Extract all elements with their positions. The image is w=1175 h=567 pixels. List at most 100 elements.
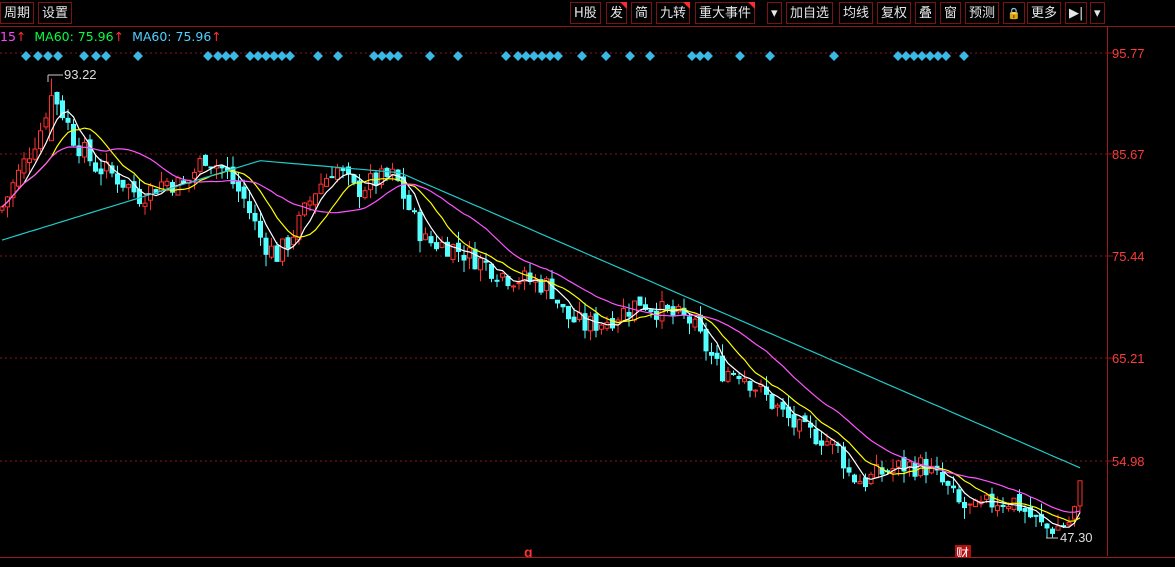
jian-button[interactable]: 简 (631, 2, 653, 24)
period-button[interactable]: 周期 (0, 2, 35, 24)
events-dropdown-button[interactable]: ▾ (767, 2, 782, 24)
lock-icon: 🔒 (1007, 7, 1021, 20)
candle-down (285, 237, 291, 249)
candle-down (263, 237, 269, 255)
candle-up (280, 238, 285, 262)
candle-down (329, 176, 335, 179)
candle-up (126, 184, 131, 189)
candle-down (483, 260, 489, 263)
candle-down (637, 296, 643, 306)
skip-to-end-button[interactable]: ▶| (1065, 2, 1088, 24)
event-marker-q: q (524, 544, 533, 557)
candle-up (164, 180, 170, 187)
candle-down (65, 117, 71, 123)
candle-down (736, 376, 742, 380)
candle-down (665, 304, 670, 310)
candle-down (863, 477, 868, 488)
candle-down (241, 186, 247, 199)
candle-up (857, 480, 863, 485)
candle-down (456, 242, 461, 252)
candle-up (621, 308, 626, 322)
candle-up (324, 177, 329, 187)
candle-down (1022, 508, 1028, 512)
candle-down (203, 154, 208, 166)
candle-down (406, 194, 412, 210)
candle-up (318, 183, 324, 194)
candle-up (291, 236, 296, 246)
candle-up (967, 503, 973, 506)
candle-down (555, 299, 560, 304)
candle-up (368, 173, 373, 191)
candle-down (720, 355, 725, 382)
candle-down (527, 272, 533, 283)
candle-down (1017, 493, 1022, 511)
price-axis-label: 95.77 (1112, 46, 1145, 61)
candle-up (302, 202, 307, 216)
candle-down (412, 210, 417, 213)
signal-diamond (91, 51, 101, 61)
candle-down (252, 212, 258, 222)
candle-down (714, 352, 720, 359)
candle-down (1044, 523, 1050, 529)
forecast-button[interactable]: 预测 (965, 2, 1000, 24)
candle-up (1066, 522, 1072, 526)
candle-down (560, 303, 566, 308)
window-button[interactable]: 窗 (940, 2, 962, 24)
candle-down (648, 309, 654, 313)
h-share-button[interactable]: H股 (570, 2, 601, 24)
candle-up (38, 130, 43, 150)
candle-up (511, 285, 516, 288)
moving-average-button[interactable]: 均线 (839, 2, 874, 24)
candle-up (632, 300, 637, 321)
candle-down (819, 440, 824, 446)
settings-button[interactable]: 设置 (38, 2, 73, 24)
candle-down (731, 372, 736, 375)
candle-up (1072, 506, 1077, 520)
candle-up (307, 200, 313, 206)
more-button[interactable]: 更多 (1027, 2, 1062, 24)
overlay-button[interactable]: 叠 (915, 2, 937, 24)
candlestick-chart[interactable]: 95.77 85.67 75.44 65.21 54.98 93.22 47.30 q 财 (0, 26, 1175, 557)
jiuzhuan-button[interactable]: 九转 (656, 2, 691, 24)
event-marker-finance: 财 (956, 547, 969, 557)
signal-diamond (101, 51, 111, 61)
price-axis-label: 85.67 (1112, 147, 1145, 162)
candle-down (709, 351, 714, 356)
candle-down (791, 414, 797, 428)
candle-down (461, 254, 467, 261)
candle-down (93, 162, 98, 172)
candle-up (896, 460, 901, 468)
candle-down (846, 467, 852, 473)
candle-up (824, 441, 830, 446)
candle-down (494, 279, 500, 282)
candle-up (43, 117, 49, 128)
lock-button[interactable]: 🔒 (1003, 2, 1025, 24)
candle-down (769, 393, 775, 409)
candle-down (98, 168, 104, 175)
candle-down (566, 305, 571, 320)
price-axis-label: 54.98 (1112, 454, 1145, 469)
candle-up (423, 233, 428, 241)
more-dropdown-button[interactable]: ▾ (1090, 2, 1105, 24)
candle-down (626, 311, 632, 317)
candle-down (489, 263, 494, 279)
candle-up (775, 404, 780, 408)
candle-up (599, 324, 604, 330)
candle-down (181, 180, 186, 184)
candle-down (813, 428, 819, 445)
candle-down (120, 179, 126, 188)
candle-down (747, 381, 753, 391)
candle-down (274, 245, 280, 262)
adjust-button[interactable]: 复权 (877, 2, 912, 24)
price-axis-label: 75.44 (1112, 249, 1145, 264)
fa-button[interactable]: 发 (606, 2, 628, 24)
add-watchlist-button[interactable]: 加自选 (786, 2, 834, 24)
candle-up (82, 142, 87, 158)
candle-up (1006, 506, 1011, 510)
candle-up (21, 158, 27, 174)
candle-up (335, 167, 340, 180)
candle-up (692, 318, 698, 328)
candle-down (71, 123, 76, 146)
candle-up (197, 157, 203, 172)
major-events-button[interactable]: 重大事件 (695, 2, 756, 24)
